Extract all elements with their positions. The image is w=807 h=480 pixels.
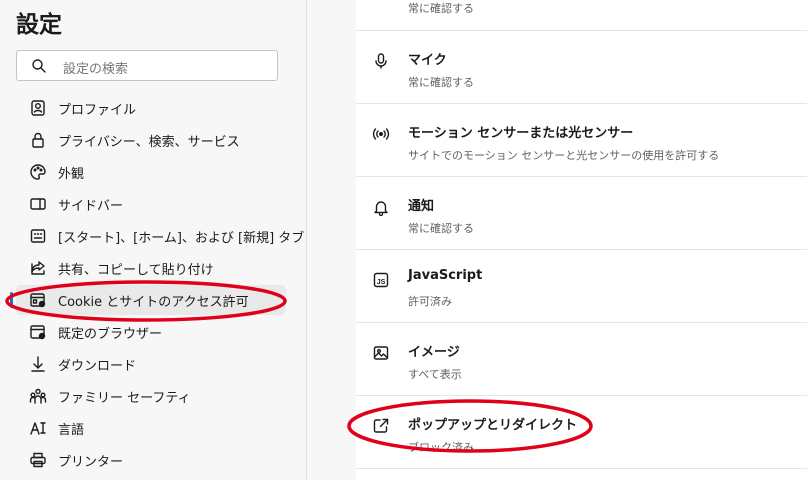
search-icon xyxy=(32,59,46,73)
permission-title: ポップアップとリダイレクト xyxy=(408,418,578,433)
sidebar-item-cookies-site-permissions[interactable]: Cookie とサイトのアクセス許可 xyxy=(10,285,286,315)
sidebar-item-label: ファミリー セーフティ xyxy=(58,391,191,406)
profile-icon xyxy=(31,100,45,116)
permission-title: 通知 xyxy=(408,199,435,214)
site-permissions-icon xyxy=(30,293,46,308)
sidebar-item-label: プライバシー、検索、サービス xyxy=(58,135,240,150)
permission-title: JavaScript xyxy=(408,268,483,283)
sidebar-item-label: プロファイル xyxy=(58,103,137,118)
share-icon xyxy=(31,261,45,275)
permission-row-microphone[interactable]: マイク 常に確認する xyxy=(356,30,807,104)
home-grid-icon xyxy=(30,229,46,243)
permission-subtitle: 許可済み xyxy=(408,295,452,308)
sidebar-item-appearance[interactable]: 外観 xyxy=(16,157,286,187)
permission-subtitle: サイトでのモーション センサーと光センサーの使用を許可する xyxy=(408,149,720,162)
microphone-icon xyxy=(375,53,387,69)
permission-row-camera[interactable]: 常に確認する xyxy=(356,0,807,31)
sidebar-icon xyxy=(30,198,46,210)
family-icon xyxy=(29,388,47,404)
permission-title: イメージ xyxy=(408,345,460,360)
sidebar-item-family-safety[interactable]: ファミリー セーフティ xyxy=(16,381,286,411)
motion-sensor-icon xyxy=(372,128,390,140)
permission-row-notifications[interactable]: 通知 常に確認する xyxy=(356,176,807,250)
sidebar-item-label: 共有、コピーして貼り付け xyxy=(58,263,214,278)
popup-icon xyxy=(373,418,389,433)
bell-icon xyxy=(374,201,388,216)
sidebar-item-label: [スタート]、[ホーム]、および [新規] タブ xyxy=(58,231,305,246)
svg-text:JS: JS xyxy=(377,279,386,286)
settings-sidebar: 設定 設定の検索 プロファイル プライバシー、検索、サービス 外観 サイドバー … xyxy=(0,0,307,480)
sidebar-item-share-copy-paste[interactable]: 共有、コピーして貼り付け xyxy=(16,253,286,283)
sidebar-item-label: 外観 xyxy=(58,167,85,182)
palette-icon xyxy=(30,164,46,180)
permission-row-images[interactable]: イメージ すべて表示 xyxy=(356,322,807,396)
javascript-icon: JS xyxy=(373,272,389,288)
sidebar-item-downloads[interactable]: ダウンロード xyxy=(16,349,286,379)
sidebar-item-start-home-newtab[interactable]: [スタート]、[ホーム]、および [新規] タブ xyxy=(16,221,304,251)
language-icon xyxy=(30,422,46,435)
sidebar-item-default-browser[interactable]: 既定のブラウザー xyxy=(16,317,286,347)
sidebar-item-profile[interactable]: プロファイル xyxy=(16,93,286,123)
permission-row-motion-sensors[interactable]: モーション センサーまたは光センサー サイトでのモーション センサーと光センサー… xyxy=(356,103,807,177)
site-permissions-panel: 常に確認する マイク 常に確認する モーション センサーまたは光センサー サイト… xyxy=(356,0,807,480)
permission-subtitle: 常に確認する xyxy=(408,2,474,15)
permission-subtitle: 常に確認する xyxy=(408,76,474,89)
sidebar-item-label: サイドバー xyxy=(58,199,124,214)
sidebar-item-label: Cookie とサイトのアクセス許可 xyxy=(58,295,249,310)
permission-row-popups-redirects[interactable]: ポップアップとリダイレクト ブロック済み xyxy=(356,395,807,469)
sidebar-item-label: 既定のブラウザー xyxy=(58,327,163,342)
sidebar-item-label: ダウンロード xyxy=(58,359,137,374)
permission-row-javascript[interactable]: JS JavaScript 許可済み xyxy=(356,249,807,323)
permission-subtitle: ブロック済み xyxy=(408,441,474,454)
sidebar-item-label: プリンター xyxy=(58,455,124,470)
sidebar-item-label: 言語 xyxy=(58,423,85,438)
sidebar-item-printers[interactable]: プリンター xyxy=(16,445,286,475)
image-icon xyxy=(373,346,389,360)
sidebar-item-privacy[interactable]: プライバシー、検索、サービス xyxy=(16,125,286,155)
printer-icon xyxy=(30,452,46,468)
download-icon xyxy=(31,356,45,372)
search-placeholder: 設定の検索 xyxy=(63,62,129,77)
lock-icon xyxy=(32,132,44,148)
permission-subtitle: 常に確認する xyxy=(408,222,474,235)
sidebar-item-sidebar[interactable]: サイドバー xyxy=(16,189,286,219)
default-browser-icon xyxy=(30,325,46,340)
permission-title: マイク xyxy=(408,53,447,68)
search-input[interactable]: 設定の検索 xyxy=(16,50,278,81)
page-title: 設定 xyxy=(16,12,62,38)
permission-title: モーション センサーまたは光センサー xyxy=(408,126,634,141)
permission-subtitle: すべて表示 xyxy=(408,368,462,381)
sidebar-item-languages[interactable]: 言語 xyxy=(16,413,286,443)
